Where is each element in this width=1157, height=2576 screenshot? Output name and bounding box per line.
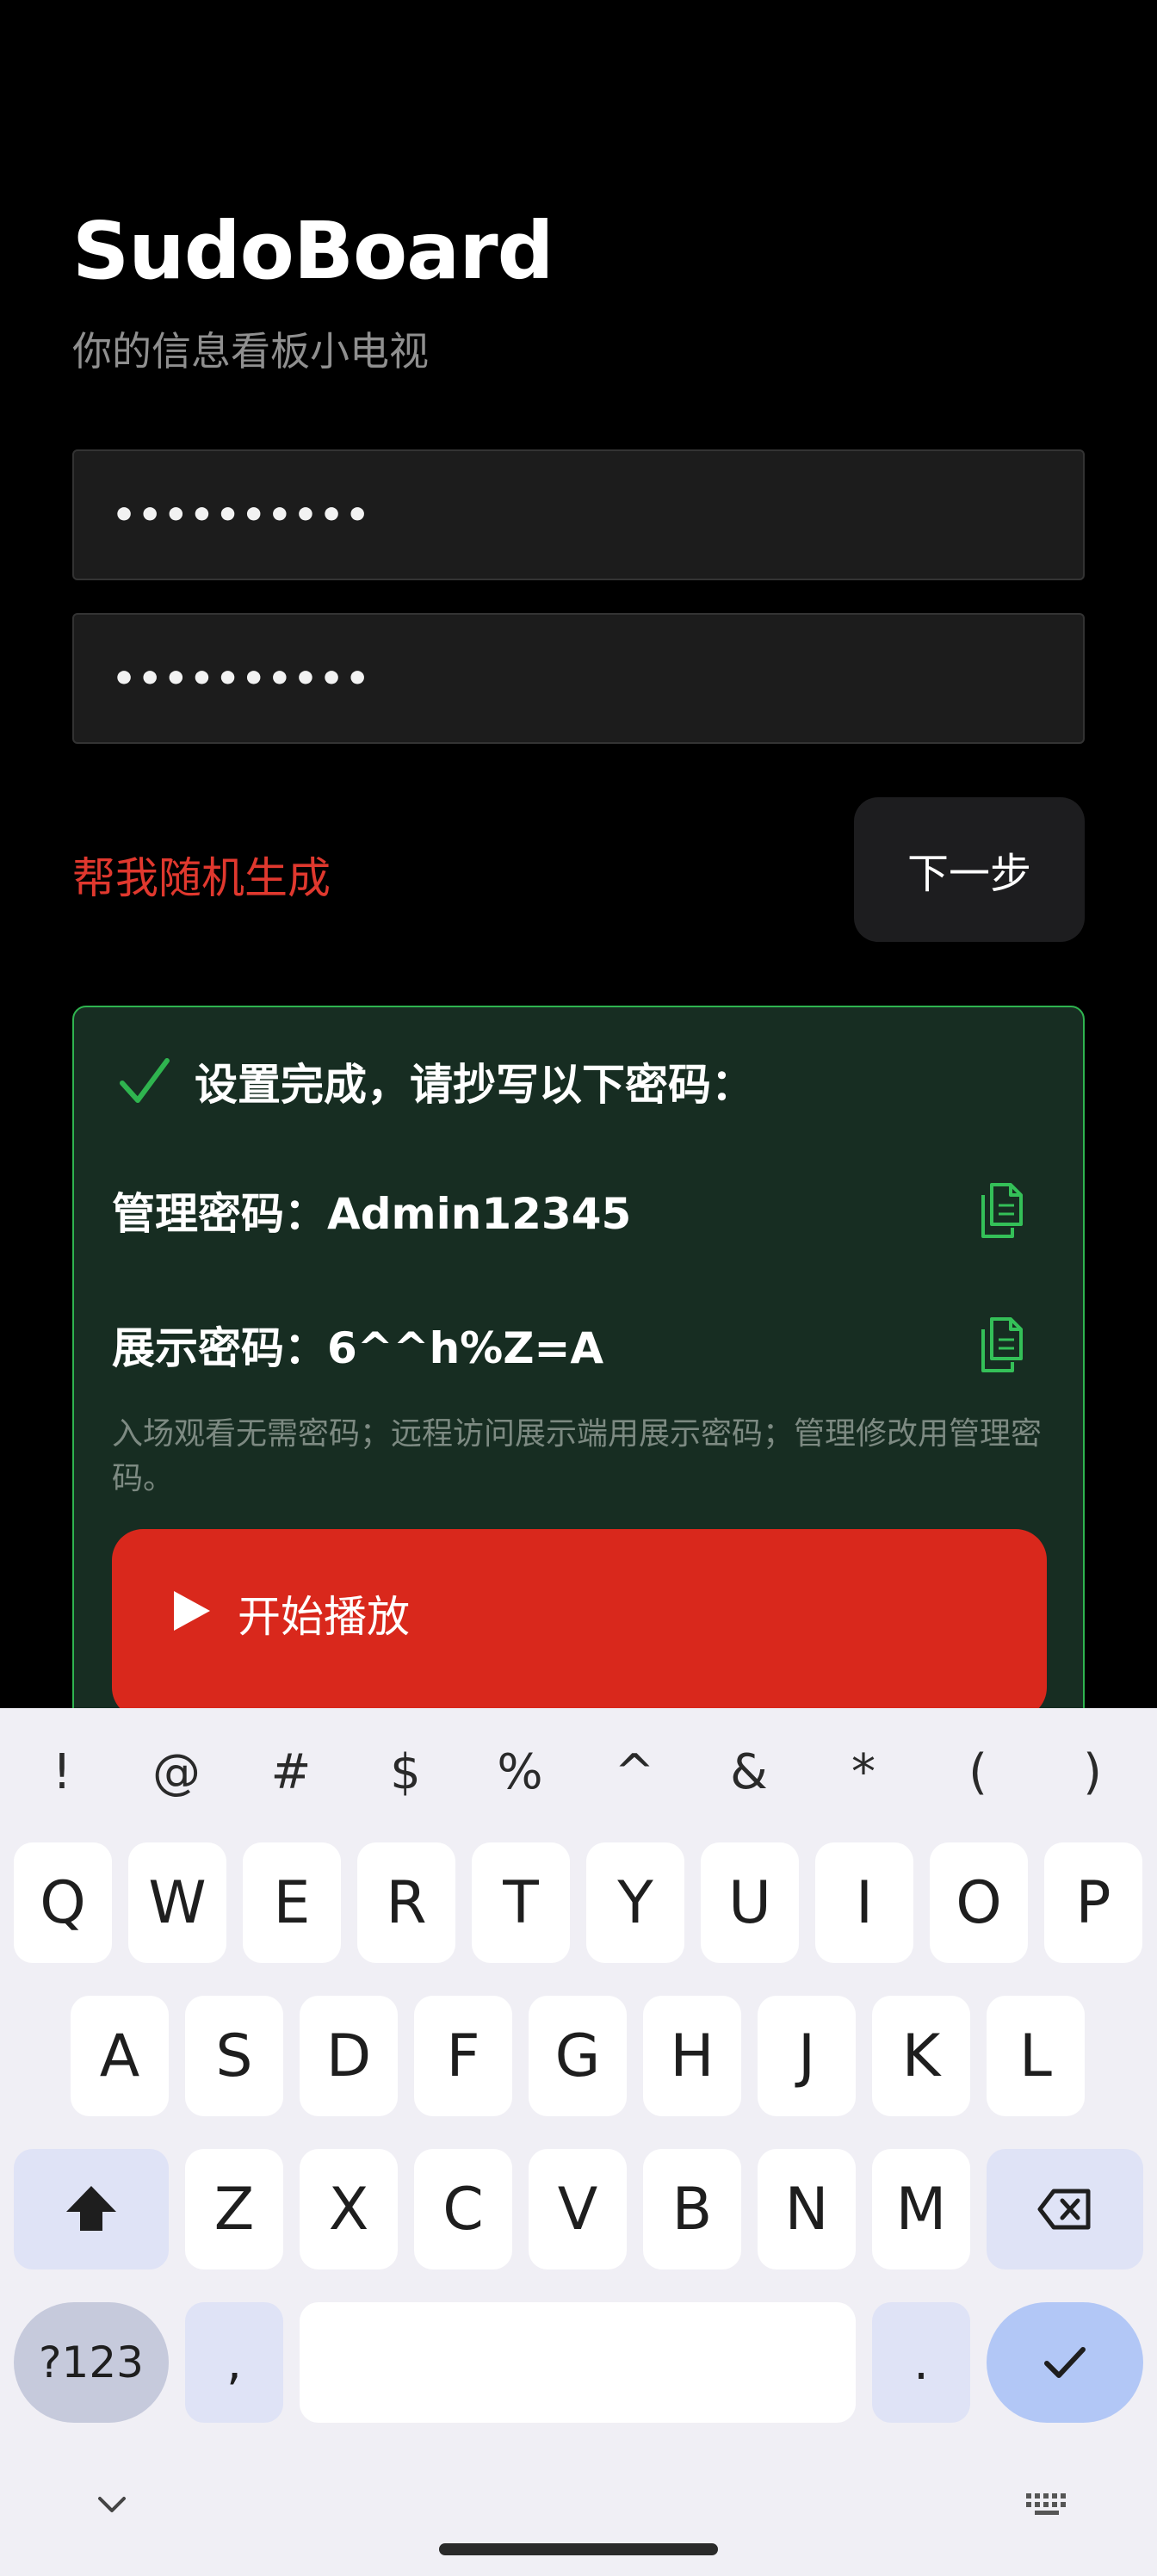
key-n[interactable]: N bbox=[758, 2149, 856, 2269]
key-x[interactable]: X bbox=[300, 2149, 398, 2269]
key-s[interactable]: S bbox=[185, 1996, 283, 2116]
key-w[interactable]: W bbox=[128, 1842, 226, 1963]
key-d[interactable]: D bbox=[300, 1996, 398, 2116]
chevron-down-icon[interactable] bbox=[96, 2495, 127, 2516]
key-k[interactable]: K bbox=[872, 1996, 970, 2116]
symbol-key[interactable]: ! bbox=[28, 1734, 96, 1811]
admin-password-text: 管理密码：Admin12345 bbox=[112, 1189, 632, 1239]
symbol-key[interactable]: ) bbox=[1058, 1734, 1127, 1811]
check-icon bbox=[1044, 2347, 1086, 2378]
copy-icon[interactable] bbox=[976, 1181, 1028, 1240]
home-indicator[interactable] bbox=[439, 2543, 718, 2555]
generate-random-link[interactable]: 帮我随机生成 bbox=[72, 844, 331, 906]
setup-complete-panel: 设置完成，请抄写以下密码： 管理密码：Admin12345 展示密码：6^^h%… bbox=[72, 1006, 1085, 1708]
symbol-key[interactable]: % bbox=[486, 1734, 554, 1811]
confirm-password-input[interactable]: •••••••••• bbox=[72, 613, 1085, 744]
symbol-key[interactable]: ( bbox=[944, 1734, 1012, 1811]
symbol-key[interactable]: @ bbox=[142, 1734, 211, 1811]
symbol-key[interactable]: ^ bbox=[600, 1734, 669, 1811]
keyboard-icon[interactable] bbox=[1024, 2492, 1069, 2517]
symbol-key[interactable]: * bbox=[829, 1734, 898, 1811]
backspace-key[interactable] bbox=[987, 2149, 1143, 2269]
comma-key[interactable]: , bbox=[185, 2302, 283, 2423]
password-usage-note: 入场观看无需密码；远程访问展示端用展示密码；管理修改用管理密码。 bbox=[112, 1416, 1043, 1496]
app-title: SudoBoard bbox=[72, 205, 554, 297]
symbol-key[interactable]: & bbox=[715, 1734, 783, 1811]
backspace-icon bbox=[1037, 2189, 1091, 2230]
key-z[interactable]: Z bbox=[185, 2149, 283, 2269]
display-password-row: 展示密码：6^^h%Z=A bbox=[112, 1293, 1047, 1396]
app-screen: SudoBoard 你的信息看板小电视 •••••••••• •••••••••… bbox=[0, 0, 1157, 1708]
start-playback-button[interactable]: 开始播放 bbox=[112, 1529, 1047, 1708]
key-m[interactable]: M bbox=[872, 2149, 970, 2269]
key-h[interactable]: H bbox=[643, 1996, 741, 2116]
admin-password-row: 管理密码：Admin12345 bbox=[112, 1159, 1047, 1262]
symbol-key[interactable]: # bbox=[257, 1734, 325, 1811]
key-q[interactable]: Q bbox=[14, 1842, 112, 1963]
app-subtitle: 你的信息看板小电视 bbox=[72, 328, 429, 375]
start-playback-label: 开始播放 bbox=[238, 1592, 410, 1642]
symbol-row: ! @ # $ % ^ & * ( ) bbox=[0, 1734, 1157, 1811]
key-e[interactable]: E bbox=[243, 1842, 341, 1963]
key-b[interactable]: B bbox=[643, 2149, 741, 2269]
setup-complete-title: 设置完成，请抄写以下密码： bbox=[195, 1060, 754, 1110]
numbers-key[interactable]: ?123 bbox=[14, 2302, 169, 2423]
display-password-text: 展示密码：6^^h%Z=A bbox=[112, 1323, 604, 1373]
setup-complete-header: 设置完成，请抄写以下密码： bbox=[117, 1050, 754, 1112]
key-f[interactable]: F bbox=[414, 1996, 512, 2116]
key-p[interactable]: P bbox=[1044, 1842, 1142, 1963]
space-key[interactable] bbox=[300, 2302, 856, 2423]
key-r[interactable]: R bbox=[357, 1842, 455, 1963]
key-l[interactable]: L bbox=[987, 1996, 1085, 2116]
shift-icon bbox=[66, 2186, 116, 2231]
check-icon bbox=[120, 1058, 170, 1103]
key-y[interactable]: Y bbox=[586, 1842, 684, 1963]
key-v[interactable]: V bbox=[529, 2149, 627, 2269]
play-icon bbox=[174, 1591, 210, 1631]
period-key[interactable]: . bbox=[872, 2302, 970, 2423]
key-t[interactable]: T bbox=[472, 1842, 570, 1963]
key-o[interactable]: O bbox=[930, 1842, 1028, 1963]
key-j[interactable]: J bbox=[758, 1996, 856, 2116]
key-a[interactable]: A bbox=[71, 1996, 169, 2116]
key-u[interactable]: U bbox=[701, 1842, 799, 1963]
key-c[interactable]: C bbox=[414, 2149, 512, 2269]
symbol-key[interactable]: $ bbox=[371, 1734, 440, 1811]
soft-keyboard: ! @ # $ % ^ & * ( ) Q W E R T Y U I O P … bbox=[0, 1708, 1157, 2576]
password-input[interactable]: •••••••••• bbox=[72, 449, 1085, 580]
key-i[interactable]: I bbox=[815, 1842, 913, 1963]
shift-key[interactable] bbox=[14, 2149, 169, 2269]
next-button[interactable]: 下一步 bbox=[854, 797, 1085, 942]
copy-icon[interactable] bbox=[976, 1316, 1028, 1374]
enter-key[interactable] bbox=[987, 2302, 1143, 2423]
key-g[interactable]: G bbox=[529, 1996, 627, 2116]
